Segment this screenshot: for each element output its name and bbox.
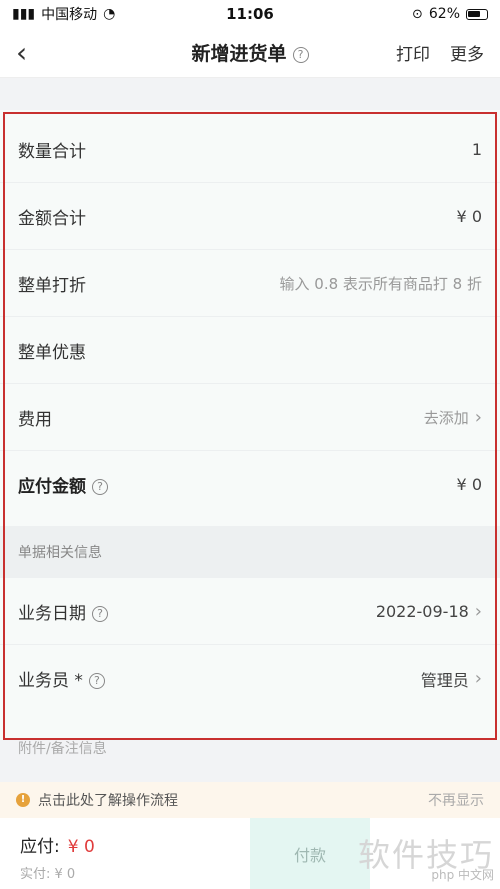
status-bar: ▮▮▮ 中国移动 ◔ 11:06 ⊙ 62% — [0, 0, 500, 28]
amount-total-value: ¥ 0 — [456, 206, 482, 226]
tip-text[interactable]: 点击此处了解操作流程 — [38, 790, 178, 810]
row-quantity-total: 数量合计 1 — [0, 116, 500, 183]
payable-value: ¥ 0 — [456, 475, 482, 494]
more-button[interactable]: 更多 — [450, 40, 484, 65]
battery-icon — [466, 8, 488, 20]
business-date-label-text: 业务日期 — [18, 603, 86, 624]
tip-left: ! 点击此处了解操作流程 — [16, 790, 178, 810]
attachments-section-label: 附件/备注信息 — [18, 741, 107, 757]
discount-label: 整单打折 — [18, 275, 86, 296]
payable-help-icon[interactable]: ? — [92, 479, 108, 495]
back-icon[interactable]: ‹ — [16, 38, 56, 67]
due-line: 应付: ¥ 0 — [20, 832, 230, 857]
salesperson-text: 管理员 — [420, 670, 469, 690]
pay-button[interactable]: 付款 — [250, 818, 370, 889]
nav-actions: 打印 更多 — [396, 40, 484, 65]
chevron-right-icon: › — [474, 406, 482, 428]
status-right: ⊙ 62% — [412, 6, 488, 22]
status-left: ▮▮▮ 中国移动 ◔ — [12, 4, 115, 24]
rotation-lock-icon: ⊙ — [411, 6, 423, 22]
salesperson-label-text: 业务员 * — [18, 671, 83, 691]
page-title-text: 新增进货单 — [191, 43, 287, 65]
salesperson-help-icon[interactable]: ? — [88, 673, 105, 689]
print-button[interactable]: 打印 — [396, 40, 430, 65]
tip-dismiss-button[interactable]: 不再显示 — [428, 790, 484, 810]
due-amount: ¥ 0 — [67, 837, 95, 857]
business-date-help-icon[interactable]: ? — [92, 605, 108, 622]
payment-summary: 应付: ¥ 0 实付: ¥ 0 — [0, 818, 250, 889]
payable-label-text: 应付金额 — [18, 477, 86, 497]
nav-bar: ‹ 新增进货单? 打印 更多 — [0, 28, 500, 78]
row-salesperson[interactable]: 业务员 *? 管理员 › — [0, 645, 500, 712]
fees-add-text: 去添加 — [423, 408, 469, 427]
fees-label: 费用 — [18, 409, 52, 430]
chevron-right-icon: › — [474, 668, 482, 689]
row-business-date[interactable]: 业务日期? 2022-09-18 › — [0, 578, 500, 645]
watermark-logo: php 中文网 — [431, 868, 494, 882]
payable-label: 应付金额? — [18, 472, 108, 497]
business-date-text: 2022-09-18 — [375, 601, 469, 621]
business-date-value[interactable]: 2022-09-18 › — [376, 601, 482, 622]
amount-total-label: 金额合计 — [18, 208, 86, 229]
discount-input[interactable]: 输入 0.8 表示所有商品打 8 折 — [280, 273, 482, 294]
row-discount[interactable]: 整单打折 输入 0.8 表示所有商品打 8 折 — [0, 250, 500, 317]
help-icon[interactable]: ? — [292, 46, 309, 63]
tip-bar[interactable]: ! 点击此处了解操作流程 不再显示 — [0, 782, 500, 818]
battery-percent: 62% — [428, 6, 460, 22]
paid-line: 实付: ¥ 0 — [20, 867, 76, 882]
section-header-document-info: 单据相关信息 — [0, 526, 500, 578]
quantity-total-value: 1 — [471, 139, 482, 159]
salesperson-value[interactable]: 管理员 › — [421, 667, 482, 691]
quantity-total-label: 数量合计 — [18, 141, 86, 162]
row-payable: 应付金额? ¥ 0 — [0, 451, 500, 518]
promotion-label: 整单优惠 — [18, 342, 86, 363]
business-date-label: 业务日期? — [18, 599, 108, 624]
row-amount-total: 金额合计 ¥ 0 — [0, 183, 500, 250]
row-promotion[interactable]: 整单优惠 — [0, 317, 500, 384]
due-label: 应付: — [20, 837, 60, 857]
salesperson-label: 业务员 *? — [18, 666, 105, 691]
chevron-right-icon: › — [474, 600, 482, 622]
fees-add-link[interactable]: 去添加 › — [424, 407, 482, 428]
carrier-name: 中国移动 — [41, 7, 98, 23]
row-fees[interactable]: 费用 去添加 › — [0, 384, 500, 451]
signal-icon: ▮▮▮ — [12, 6, 36, 22]
info-warning-icon: ! — [16, 793, 30, 807]
wifi-icon: ◔ — [103, 6, 116, 22]
